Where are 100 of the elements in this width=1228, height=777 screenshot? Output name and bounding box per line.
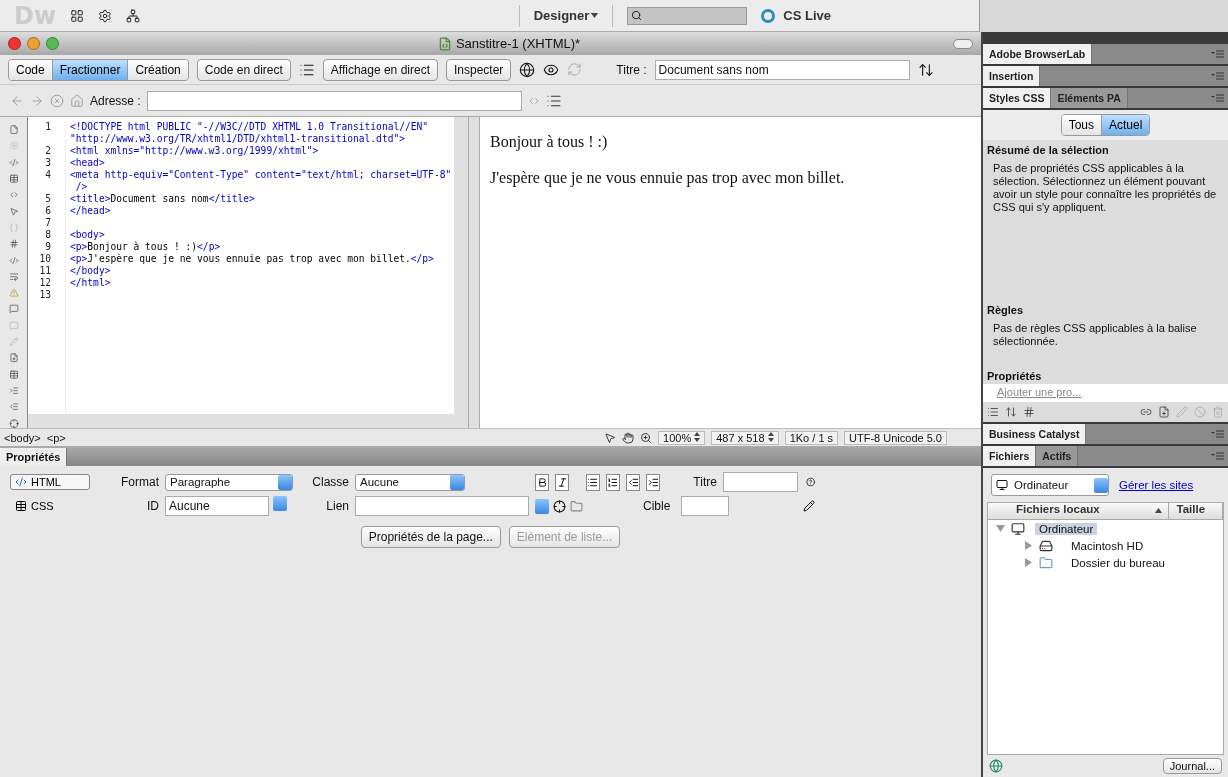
address-field[interactable] [146, 90, 522, 111]
sort-arrow-icon[interactable] [1154, 508, 1162, 513]
sort-az-icon[interactable] [1005, 406, 1017, 418]
panel-tab[interactable]: Fichiers [983, 446, 1037, 466]
zoom-select[interactable]: 100% [658, 430, 706, 445]
mode-button[interactable]: CSS [10, 498, 90, 514]
code-line: <p>Bonjour à tous ! :)</p> [70, 241, 221, 252]
stepper-arrows-icon[interactable] [767, 431, 774, 442]
pointer-icon[interactable] [604, 431, 617, 444]
stop-icon[interactable] [50, 93, 64, 108]
bullet-list-button[interactable] [585, 473, 600, 491]
point-to-file-icon[interactable] [553, 499, 566, 513]
link-icon[interactable] [1140, 406, 1152, 418]
split-handle[interactable] [468, 117, 480, 428]
id-field[interactable]: Aucune [165, 496, 269, 516]
minimize-button[interactable] [27, 37, 40, 50]
sort-arrows-icon[interactable] [917, 61, 934, 78]
line-number: 4 [44, 169, 51, 181]
new-rule-icon[interactable] [1158, 406, 1170, 418]
inspect-button[interactable]: Inspecter [446, 58, 512, 81]
trash-icon[interactable] [1212, 406, 1224, 418]
caret-icon[interactable] [591, 13, 599, 18]
live-code-button[interactable]: Code en direct [196, 58, 291, 81]
panel-tab[interactable]: Propriétés [0, 448, 68, 466]
window-size-select[interactable]: 487 x 518 [711, 430, 779, 445]
numbered-list-button[interactable] [605, 473, 620, 491]
title-field[interactable]: Document sans nom [654, 59, 910, 80]
view-tab[interactable]: Fractionner [52, 59, 129, 80]
live-view-button[interactable]: Affichage en direct [322, 58, 438, 81]
panel-menu-icon[interactable] [1211, 50, 1224, 58]
hand-icon[interactable] [622, 431, 635, 444]
close-button[interactable] [8, 37, 21, 50]
link-field[interactable] [355, 496, 529, 516]
view-tab[interactable]: Code [9, 59, 53, 80]
line-number: 7 [44, 217, 51, 229]
italic-button[interactable] [555, 473, 570, 491]
manage-sites-link[interactable]: Gérer les sites [1119, 479, 1194, 491]
help-icon[interactable] [805, 476, 815, 488]
line-number: 3 [44, 157, 51, 169]
panel-menu-icon[interactable] [1211, 452, 1224, 460]
indent-button[interactable] [646, 473, 661, 491]
add-property-link[interactable]: Ajouter une pro... [983, 384, 1228, 402]
class-select[interactable]: Aucune [355, 473, 465, 491]
tag-selector[interactable]: <p> [46, 431, 66, 444]
panel-tab[interactable]: Insertion [983, 66, 1041, 86]
refresh-icon[interactable] [567, 62, 583, 77]
code-icon [15, 476, 27, 488]
cs-live-button[interactable]: CS Live [761, 8, 831, 23]
zoom-icon[interactable] [640, 431, 653, 444]
title-field[interactable] [723, 472, 798, 492]
disclosure-triangle-icon[interactable] [996, 524, 1005, 533]
disclosure-triangle-icon[interactable] [1024, 541, 1033, 550]
numbered-list-icon [607, 476, 619, 488]
tree-item[interactable]: Ordinateur [1035, 522, 1098, 535]
page-properties-button[interactable]: Propriétés de la page... [360, 526, 501, 548]
summary-text: Pas de propriétés CSS applicables à la sélection. Sélectionnez un élément pouvant avoir un style pour connaître les propriétés de CSS qui s'y appliquent. [992, 161, 1218, 215]
panel-tab[interactable]: Business Catalyst [983, 424, 1087, 444]
view-tab[interactable]: Création [128, 59, 188, 80]
layout-icon[interactable] [70, 8, 85, 23]
tree-item[interactable]: Dossier du bureau [1067, 556, 1169, 569]
css-mode-tab[interactable]: Tous [1061, 115, 1102, 135]
toolbar-toggle-button[interactable] [953, 38, 973, 49]
bold-button[interactable] [535, 473, 550, 491]
column-header[interactable]: Fichiers locaux [988, 503, 1169, 519]
site-select[interactable]: Ordinateur [991, 474, 1109, 496]
css-mode-tab[interactable]: Actuel [1102, 115, 1150, 135]
panel-menu-icon[interactable] [1211, 94, 1224, 102]
column-header[interactable]: Taille [1168, 503, 1223, 519]
panel-tab[interactable]: Styles CSS [983, 88, 1052, 108]
panel-menu-icon[interactable] [1211, 430, 1224, 438]
disclosure-triangle-icon[interactable] [1024, 558, 1033, 567]
list-view-icon[interactable] [987, 406, 999, 418]
outdent-button[interactable] [626, 473, 641, 491]
home-icon[interactable] [70, 93, 84, 108]
tag-selector[interactable]: <body> [4, 431, 41, 444]
stepper-arrows-icon[interactable] [694, 431, 701, 442]
comment-icon[interactable] [6, 304, 21, 314]
zoom-button[interactable] [46, 37, 59, 50]
settings-icon[interactable] [98, 8, 113, 23]
section-title: Résumé de la sélection [986, 143, 1110, 158]
mode-button[interactable]: HTML [10, 474, 90, 490]
disable-icon[interactable] [1194, 406, 1206, 418]
panel-tab[interactable]: Adobe BrowserLab [983, 44, 1093, 64]
back-icon[interactable] [10, 93, 24, 108]
panel-menu-icon[interactable] [1211, 72, 1224, 80]
search-field[interactable] [627, 6, 748, 25]
warning-icon[interactable] [6, 288, 21, 298]
site-map-icon[interactable] [126, 8, 141, 23]
tree-item[interactable]: Macintosh HD [1067, 539, 1148, 552]
address-label: Adresse : [90, 93, 141, 108]
edit-icon[interactable] [803, 500, 815, 512]
panel-tab[interactable]: Actifs [1036, 446, 1079, 466]
target-field[interactable] [681, 496, 729, 516]
panel-tab[interactable]: Eléments PA [1051, 88, 1128, 108]
id-stepper[interactable] [273, 496, 287, 511]
workspace-menu[interactable]: Designer [533, 8, 599, 23]
journal-button[interactable]: Journal... [1162, 758, 1222, 774]
format-select[interactable]: Paragraphe [165, 473, 293, 491]
globe-icon[interactable] [519, 61, 536, 78]
forward-icon[interactable] [30, 93, 44, 108]
